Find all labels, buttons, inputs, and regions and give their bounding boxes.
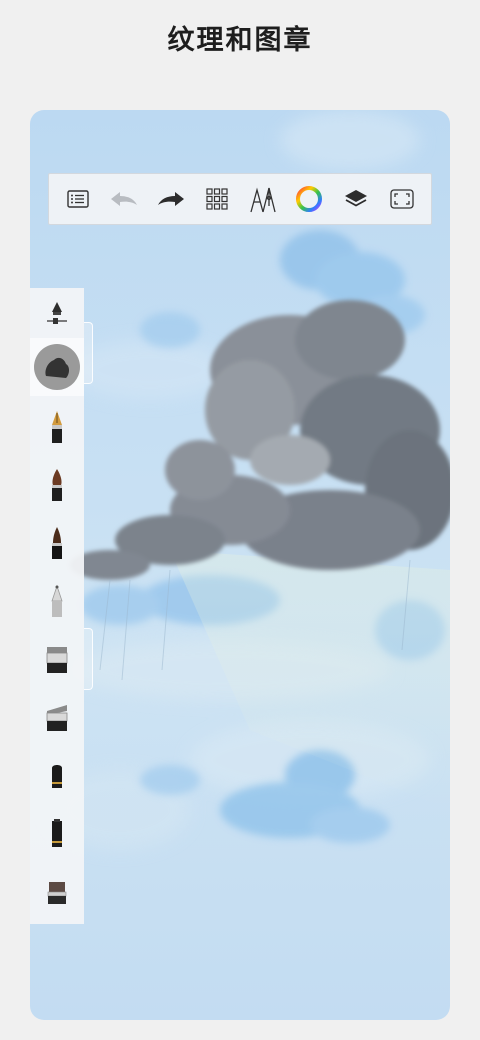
sidebar-expand-handle-bottom[interactable]	[84, 628, 93, 690]
pen-tools-icon[interactable]	[246, 182, 280, 216]
brush-marker-short[interactable]	[30, 748, 84, 802]
short-marker-icon	[52, 765, 62, 788]
redo-icon[interactable]	[154, 182, 188, 216]
round-brush-icon	[52, 469, 62, 501]
brush-round[interactable]	[30, 458, 84, 512]
list-icon[interactable]	[61, 182, 95, 216]
top-toolbar	[48, 173, 432, 225]
airbrush-icon	[51, 584, 63, 617]
brush-fountain-pen[interactable]	[30, 400, 84, 454]
brush-size-preview[interactable]	[30, 338, 84, 396]
page-title: 纹理和图章	[167, 25, 313, 56]
fullscreen-icon[interactable]	[385, 182, 419, 216]
brush-airbrush[interactable]	[30, 574, 84, 628]
brush-sidebar	[30, 288, 84, 924]
brush-marker-tall[interactable]	[30, 806, 84, 860]
brush-ink[interactable]	[30, 516, 84, 570]
sidebar-expand-handle-top[interactable]	[84, 322, 93, 384]
brush-eraser[interactable]	[30, 864, 84, 918]
app-screen	[30, 110, 450, 1020]
brush-properties-button[interactable]	[30, 288, 84, 338]
undo-icon[interactable]	[107, 182, 141, 216]
color-wheel-icon[interactable]	[292, 182, 326, 216]
brush-stamp-angled[interactable]	[30, 690, 84, 744]
ink-blot-icon	[45, 357, 69, 378]
ink-brush-icon	[52, 527, 62, 559]
brush-stamp-wide[interactable]	[30, 632, 84, 686]
grid-icon[interactable]	[200, 182, 234, 216]
tall-marker-icon	[52, 819, 62, 847]
fountain-pen-icon	[52, 411, 62, 443]
wide-stamp-icon	[46, 647, 68, 673]
drawing-canvas[interactable]	[30, 110, 450, 1020]
layers-icon[interactable]	[339, 182, 373, 216]
brush-settings-icon	[47, 302, 67, 324]
eraser-icon	[47, 882, 67, 904]
angled-stamp-icon	[46, 705, 68, 731]
